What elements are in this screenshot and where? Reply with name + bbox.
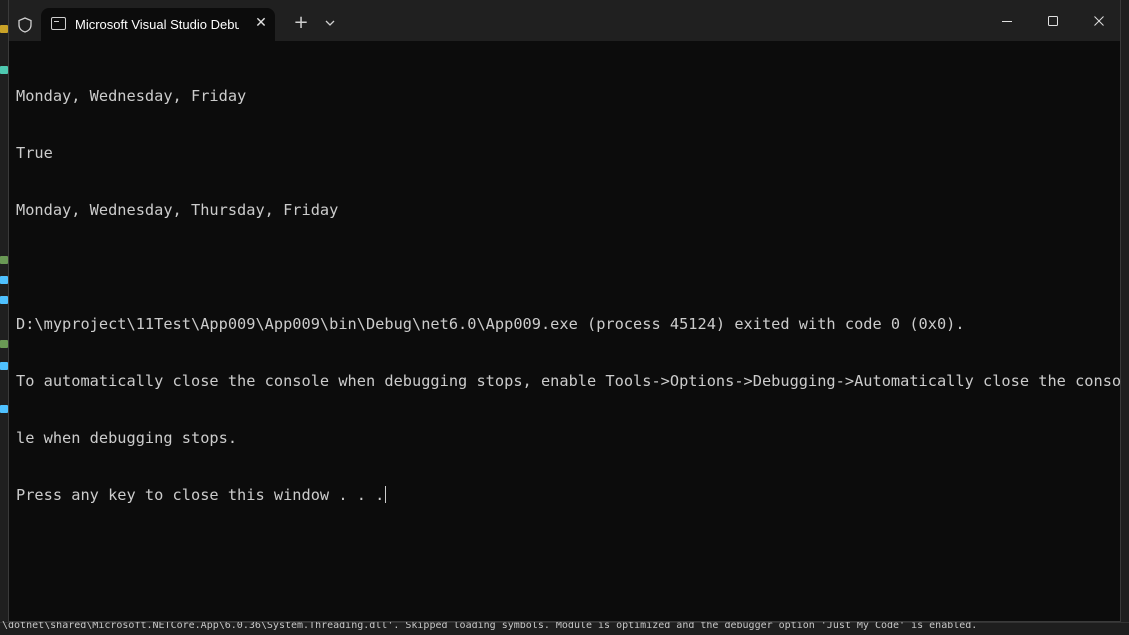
background-mark	[0, 340, 8, 348]
background-mark	[0, 66, 8, 74]
background-mark	[0, 25, 8, 33]
maximize-button[interactable]	[1030, 0, 1076, 41]
console-output[interactable]: Monday, Wednesday, Friday True Monday, W…	[9, 41, 1122, 621]
console-line: True	[16, 144, 53, 162]
terminal-window: Microsoft Visual Studio Debug Console ✕ …	[8, 0, 1121, 622]
background-mark	[0, 276, 8, 284]
minimize-button[interactable]	[984, 0, 1030, 41]
console-lines: Monday, Wednesday, Friday True Monday, W…	[16, 49, 1122, 543]
tab-title: Microsoft Visual Studio Debug Console	[75, 17, 239, 32]
console-line: le when debugging stops.	[16, 429, 238, 447]
new-tab-icon[interactable]: +	[293, 14, 309, 32]
text-cursor	[385, 486, 387, 503]
console-line: To automatically close the console when …	[16, 372, 1122, 390]
console-icon	[51, 17, 66, 30]
background-mark	[0, 296, 8, 304]
close-tab-icon[interactable]: ✕	[253, 14, 269, 32]
background-output-strip: \dotnet\shared\Microsoft.NETCore.App\6.0…	[0, 620, 1129, 635]
console-line: D:\myproject\11Test\App009\App009\bin\De…	[16, 315, 965, 333]
background-mark	[0, 256, 8, 264]
chevron-down-icon[interactable]	[323, 15, 337, 31]
console-prompt-text: Press any key to close this window . . .	[16, 486, 385, 504]
tab-debug-console[interactable]: Microsoft Visual Studio Debug Console ✕	[41, 8, 275, 41]
title-bar[interactable]: Microsoft Visual Studio Debug Console ✕ …	[9, 0, 1120, 41]
background-mark	[0, 405, 8, 413]
console-line: Monday, Wednesday, Friday	[16, 87, 247, 105]
close-window-button[interactable]	[1076, 0, 1122, 41]
background-mark	[0, 362, 8, 370]
shield-icon[interactable]	[17, 16, 33, 34]
console-prompt-line: Press any key to close this window . . .	[16, 486, 1116, 505]
desktop: \dotnet\shared\Microsoft.NETCore.App\6.0…	[0, 0, 1129, 635]
console-line: Monday, Wednesday, Thursday, Friday	[16, 201, 339, 219]
